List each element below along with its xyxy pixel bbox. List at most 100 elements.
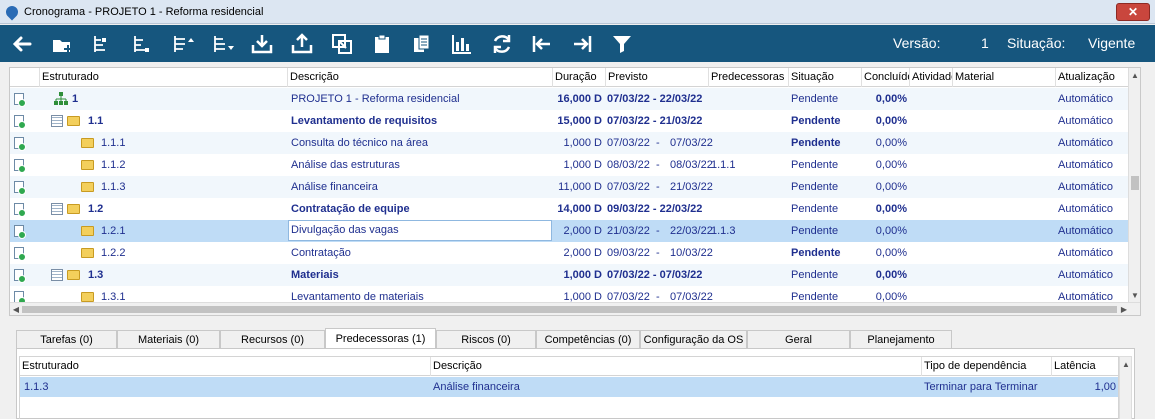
row-code: 1.2 [88,203,104,215]
filter-button[interactable] [602,25,642,62]
toolbar: Versão: 1 Situação: Vigente [0,25,1155,62]
col-descricao-header[interactable]: Descrição [287,68,552,87]
tab-competências[interactable]: Competências (0) [536,330,640,348]
row-status: Pendente [791,137,841,149]
copy-button[interactable] [402,25,442,62]
add-task-icon [53,39,72,53]
task-status-icon[interactable] [14,203,26,217]
row-description: Análise das estruturas [291,159,400,171]
scroll-left-icon[interactable]: ◀ [10,303,22,315]
row-code: 1.3 [88,269,104,281]
row-status: Pendente [791,225,839,237]
collapse-icon [532,35,550,52]
task-status-icon[interactable] [14,115,26,129]
tab-materiais[interactable]: Materiais (0) [117,330,220,348]
grid-header: Estruturado Descrição Duração Previsto Prede… [10,68,1130,87]
row-planned-start: 21/03/22 [607,225,650,237]
tab-tarefas[interactable]: Tarefas (0) [16,330,117,348]
table-row[interactable]: 1.1.2 Análise das estruturas 1,000 D 08/03/… [10,154,1130,176]
row-status: Pendente [791,203,839,215]
col-estruturado-header[interactable]: Estruturado [39,68,287,87]
table-row[interactable]: 1.1 Levantamento de requisitos 15,000 D 07/… [10,110,1130,132]
col-pred-estruturado-header[interactable]: Estruturado [20,357,430,376]
expand-button[interactable] [562,25,602,62]
table-row[interactable]: 1.1.3 Análise financeira 11,000 D 07/03/22-… [10,176,1130,198]
task-status-icon[interactable] [14,93,26,107]
scroll-up-icon[interactable]: ▲ [1129,70,1140,82]
row-description: Contratação de equipe [291,203,410,215]
tab-planejamento[interactable]: Planejamento [850,330,952,348]
task-status-icon[interactable] [14,247,26,261]
folder-icon [81,292,94,302]
export-button[interactable] [282,25,322,62]
col-previsto-header[interactable]: Previsto [605,68,708,87]
table-row[interactable]: 1.2 Contratação de equipe 14,000 D 09/03/22… [10,198,1130,220]
predecessor-row[interactable]: 1.1.3 Análise financeira Terminar para Ter… [20,377,1118,397]
row-planned: 07/03/22 - 21/03/22 [607,115,703,127]
col-atividade-header[interactable]: Atividade [909,68,952,87]
col-pred-latencia-header[interactable]: Latência [1051,357,1118,376]
collapse-button[interactable] [522,25,562,62]
indent-button[interactable] [82,25,122,62]
predecessors-header: Estruturado Descrição Tipo de dependência L… [20,357,1118,376]
task-status-icon[interactable] [14,137,26,151]
table-row[interactable]: 1.2.2 Contratação 2,000 D 09/03/22-10/03/22… [10,242,1130,264]
description-edit-field[interactable]: Divulgação das vagas [288,220,552,241]
tab-configuração[interactable]: Configuração da OS (0) [640,330,747,364]
vertical-scroll-thumb[interactable] [1131,176,1139,190]
tab-riscos[interactable]: Riscos (0) [436,330,536,348]
row-update: Automático [1058,115,1114,127]
move-up-button[interactable] [162,25,202,62]
pred-code: 1.1.3 [24,381,49,393]
add-task-button[interactable] [42,25,82,62]
chart-button[interactable] [442,25,482,62]
back-button[interactable] [2,25,42,62]
table-row[interactable]: 1 PROJETO 1 - Reforma residencial 16,000 D… [10,88,1130,110]
table-row[interactable]: 1.2.1 Divulgação das vagas 2,000 D 21/03/22… [10,220,1130,242]
predecessors-scrollbar[interactable]: ▲ [1119,356,1132,419]
vertical-scrollbar[interactable]: ▲ ▼ [1128,68,1140,304]
outdent-button[interactable] [122,25,162,62]
row-status: Pendente [791,269,839,281]
task-status-icon[interactable] [14,269,26,283]
row-update: Automático [1058,137,1114,149]
pred-latency: 1,00 [1094,381,1116,393]
row-duration: 1,000 D [563,159,602,171]
row-completed: 0,00% [875,137,907,149]
col-material-header[interactable]: Material [952,68,1055,87]
col-duracao-header[interactable]: Duração [552,68,605,87]
back-icon [12,36,32,51]
grid-view-icon[interactable] [51,269,63,281]
horizontal-scroll-thumb[interactable] [22,306,1117,313]
col-atualizacao-header[interactable]: Atualização [1055,68,1130,87]
grid-view-icon[interactable] [51,203,63,215]
table-row[interactable]: 1.1.1 Consulta do técnico na área 1,000 D 0… [10,132,1130,154]
row-update: Automático [1058,93,1114,105]
col-pred-tipo-header[interactable]: Tipo de dependência [921,357,1051,376]
row-update: Automático [1058,247,1114,259]
col-pred-descricao-header[interactable]: Descrição [430,357,921,376]
tab-geral[interactable]: Geral [747,330,850,348]
table-row[interactable]: 1.3 Materiais 1,000 D 07/03/22 - 07/03/22 Pe… [10,264,1130,286]
col-concluido-header[interactable]: Concluído [861,68,909,87]
horizontal-scrollbar[interactable]: ◀ ▶ [10,302,1140,315]
close-button[interactable]: ✕ [1116,3,1150,21]
task-status-icon[interactable] [14,181,26,195]
col-situacao-header[interactable]: Situação [788,68,861,87]
import-button[interactable] [242,25,282,62]
scroll-right-icon[interactable]: ▶ [1118,303,1130,315]
pred-scroll-up-icon[interactable]: ▲ [1120,359,1132,371]
move-down-button[interactable] [202,25,242,62]
schedule-grid: Estruturado Descrição Duração Previsto Prede… [9,67,1141,316]
grid-view-icon[interactable] [51,115,63,127]
expand-icon [574,35,592,52]
tab-predecessoras[interactable]: Predecessoras (1) [325,328,436,349]
task-status-icon[interactable] [14,225,26,239]
refresh-button[interactable] [482,25,522,62]
col-predecessoras-header[interactable]: Predecessoras [708,68,788,87]
resize-button[interactable] [322,25,362,62]
clipboard-button[interactable] [362,25,402,62]
task-status-icon[interactable] [14,159,26,173]
tab-recursos[interactable]: Recursos (0) [220,330,325,348]
scroll-down-icon[interactable]: ▼ [1129,290,1140,302]
